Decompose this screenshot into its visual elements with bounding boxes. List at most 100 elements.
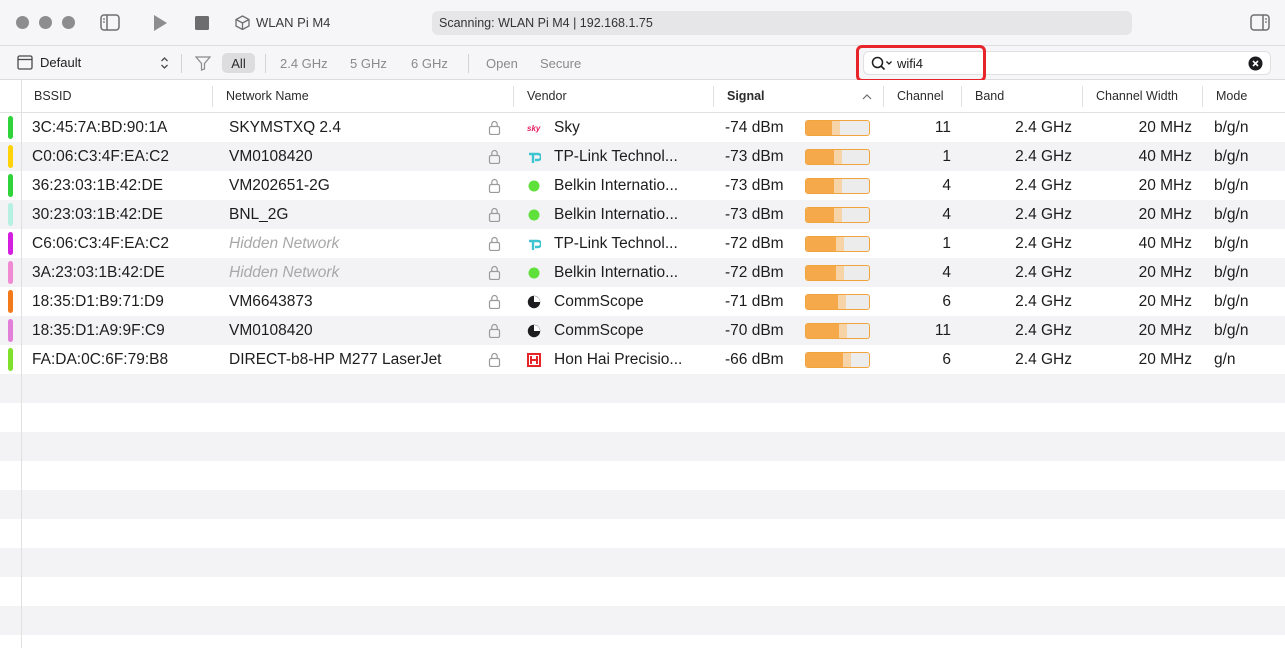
empty-row — [0, 519, 1285, 548]
column-bssid[interactable]: BSSID — [34, 89, 72, 103]
mode-cell: b/g/n — [1214, 177, 1249, 194]
signal-cell: -72 dBm — [725, 235, 784, 252]
sky-logo-icon: sky — [527, 121, 541, 135]
channel-width-cell: 40 MHz — [1138, 148, 1192, 165]
table-row[interactable]: 3A:23:03:1B:42:DE Hidden Network Belkin In… — [0, 258, 1285, 287]
row-color-strip — [8, 203, 13, 226]
table-row[interactable]: FA:DA:0C:6F:79:B8 DIRECT-b8-HP M277 Laser… — [0, 345, 1285, 374]
commscope-logo-icon — [527, 295, 541, 309]
sidebar-toggle-icon[interactable] — [100, 14, 120, 31]
table-row[interactable]: C6:06:C3:4F:EA:C2 Hidden Network TP-Link T… — [0, 229, 1285, 258]
lock-icon — [488, 294, 501, 314]
row-color-strip — [8, 232, 13, 255]
close-window-button[interactable] — [16, 16, 29, 29]
bssid-cell: 3C:45:7A:BD:90:1A — [32, 119, 168, 136]
profile-select[interactable]: Default — [40, 55, 81, 70]
device-name[interactable]: WLAN Pi M4 — [256, 15, 330, 30]
inspector-toggle-icon[interactable] — [1250, 14, 1270, 31]
clear-search-icon[interactable] — [1248, 56, 1263, 71]
column-network-name[interactable]: Network Name — [226, 89, 309, 103]
band-cell: 2.4 GHz — [1015, 351, 1072, 368]
mode-cell: g/n — [1214, 351, 1236, 368]
column-channel[interactable]: Channel — [897, 89, 944, 103]
channel-width-cell: 20 MHz — [1138, 322, 1192, 339]
signal-strength-bar — [805, 120, 870, 136]
filter-6ghz-button[interactable]: 6 GHz — [411, 56, 448, 71]
empty-row — [0, 548, 1285, 577]
vendor-cell: TP-Link Technol... — [554, 235, 678, 252]
sort-ascending-icon[interactable] — [862, 93, 872, 100]
stop-icon[interactable] — [195, 16, 209, 30]
signal-cell: -74 dBm — [725, 119, 784, 136]
row-color-strip — [8, 174, 13, 197]
tp-link-logo-icon — [527, 150, 543, 164]
filter-icon[interactable] — [195, 56, 211, 71]
network-name-cell: DIRECT-b8-HP M277 LaserJet — [229, 351, 442, 368]
search-highlight-box — [856, 45, 986, 82]
empty-row — [0, 374, 1285, 403]
empty-row — [0, 403, 1285, 432]
channel-width-cell: 20 MHz — [1138, 264, 1192, 281]
table-row[interactable]: 30:23:03:1B:42:DE BNL_2G Belkin Internatio… — [0, 200, 1285, 229]
bssid-cell: 18:35:D1:A9:9F:C9 — [32, 322, 165, 339]
network-name-cell: VM0108420 — [229, 148, 313, 165]
row-color-strip — [8, 261, 13, 284]
mode-cell: b/g/n — [1214, 119, 1249, 136]
channel-cell: 4 — [942, 264, 951, 281]
lock-icon — [488, 149, 501, 169]
filter-toolbar: Default All 2.4 GHz 5 GHz 6 GHz Open Sec… — [0, 46, 1285, 80]
row-color-strip — [8, 348, 13, 371]
bssid-cell: FA:DA:0C:6F:79:B8 — [32, 351, 169, 368]
table-row[interactable]: 18:35:D1:B9:71:D9 VM6643873 CommScope -71 d… — [0, 287, 1285, 316]
band-cell: 2.4 GHz — [1015, 148, 1072, 165]
signal-cell: -73 dBm — [725, 148, 784, 165]
signal-strength-bar — [805, 294, 870, 310]
bssid-cell: C0:06:C3:4F:EA:C2 — [32, 148, 169, 165]
lock-icon — [488, 207, 501, 227]
network-name-cell: BNL_2G — [229, 206, 289, 223]
column-signal[interactable]: Signal — [727, 89, 765, 103]
signal-strength-bar — [805, 352, 870, 368]
lock-icon — [488, 352, 501, 372]
signal-strength-bar — [805, 207, 870, 223]
bssid-cell: 30:23:03:1B:42:DE — [32, 206, 163, 223]
channel-cell: 4 — [942, 177, 951, 194]
table-row[interactable]: 3C:45:7A:BD:90:1A SKYMSTXQ 2.4 sky Sky -74 d… — [0, 113, 1285, 142]
band-cell: 2.4 GHz — [1015, 264, 1072, 281]
tp-link-logo-icon — [527, 237, 543, 251]
device-cube-icon — [235, 15, 250, 30]
bssid-cell: 3A:23:03:1B:42:DE — [32, 264, 165, 281]
network-name-cell: VM6643873 — [229, 293, 313, 310]
mode-cell: b/g/n — [1214, 206, 1249, 223]
column-channel-width[interactable]: Channel Width — [1096, 89, 1178, 103]
row-color-strip — [8, 290, 13, 313]
table-row[interactable]: C0:06:C3:4F:EA:C2 VM0108420 TP-Link Techno… — [0, 142, 1285, 171]
column-band[interactable]: Band — [975, 89, 1004, 103]
filter-secure-button[interactable]: Secure — [540, 56, 581, 71]
svg-text:sky: sky — [527, 124, 541, 133]
signal-strength-bar — [805, 323, 870, 339]
play-icon[interactable] — [152, 14, 168, 32]
window-icon — [17, 55, 33, 70]
band-cell: 2.4 GHz — [1015, 235, 1072, 252]
bssid-cell: C6:06:C3:4F:EA:C2 — [32, 235, 169, 252]
filter-all-button[interactable]: All — [222, 53, 255, 73]
column-mode[interactable]: Mode — [1216, 89, 1247, 103]
signal-cell: -72 dBm — [725, 264, 784, 281]
hon-hai-logo-icon — [527, 353, 541, 367]
lock-icon — [488, 236, 501, 256]
channel-cell: 11 — [934, 322, 951, 339]
bssid-cell: 36:23:03:1B:42:DE — [32, 177, 163, 194]
filter-open-button[interactable]: Open — [486, 56, 518, 71]
column-vendor[interactable]: Vendor — [527, 89, 567, 103]
table-row[interactable]: 36:23:03:1B:42:DE VM202651-2G Belkin Inter… — [0, 171, 1285, 200]
filter-24ghz-button[interactable]: 2.4 GHz — [280, 56, 328, 71]
minimize-window-button[interactable] — [39, 16, 52, 29]
row-color-strip — [8, 145, 13, 168]
table-row[interactable]: 18:35:D1:A9:9F:C9 VM0108420 CommScope -70 d… — [0, 316, 1285, 345]
filter-5ghz-button[interactable]: 5 GHz — [350, 56, 387, 71]
chevron-updown-icon[interactable] — [160, 56, 169, 70]
green-dot-icon — [527, 179, 541, 193]
channel-cell: 6 — [942, 351, 951, 368]
zoom-window-button[interactable] — [62, 16, 75, 29]
